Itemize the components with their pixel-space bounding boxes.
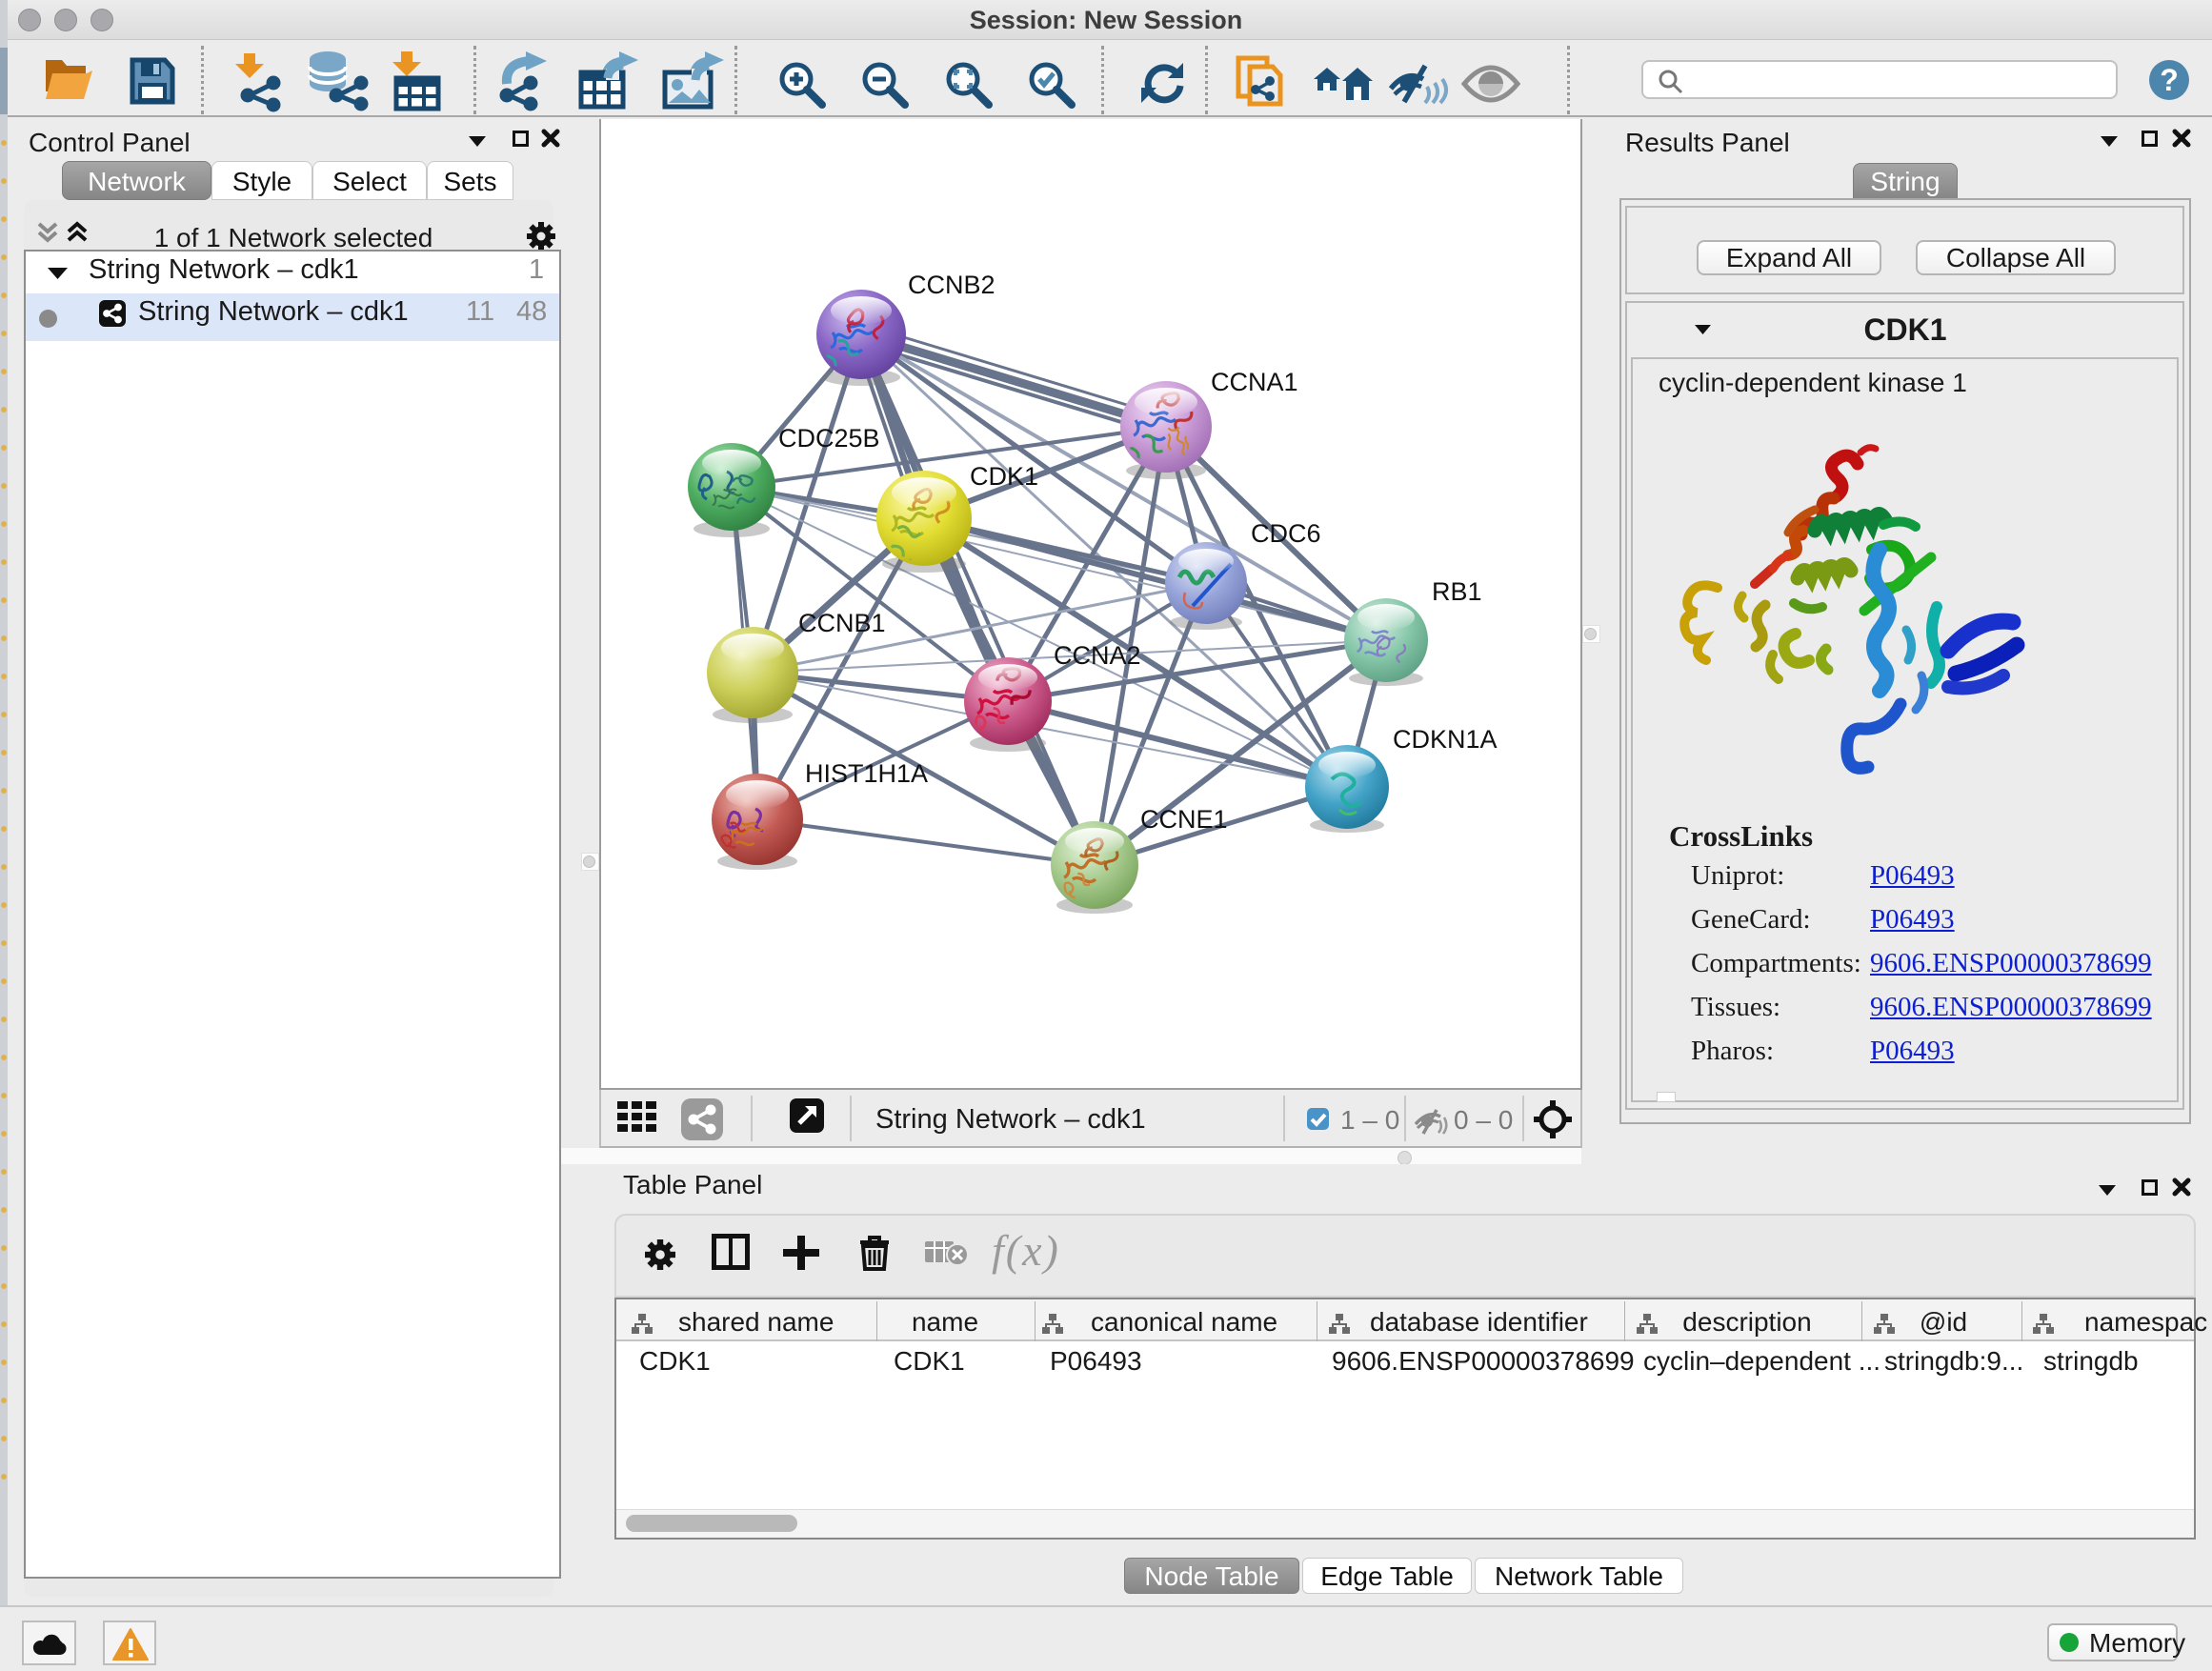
svg-text:?: ? (2160, 63, 2179, 97)
svg-text:CDK1: CDK1 (970, 462, 1038, 491)
svg-text:CCNB1: CCNB1 (798, 609, 886, 637)
svg-text:CCNA1: CCNA1 (1211, 368, 1298, 396)
svg-text:RB1: RB1 (1432, 577, 1482, 606)
svg-text:CDKN1A: CDKN1A (1393, 725, 1498, 754)
svg-text:HIST1H1A: HIST1H1A (805, 759, 928, 788)
svg-text:CCNA2: CCNA2 (1054, 641, 1141, 670)
svg-text:CDC25B: CDC25B (778, 424, 880, 453)
svg-text:CDC6: CDC6 (1251, 519, 1321, 548)
svg-text:CCNE1: CCNE1 (1140, 805, 1228, 834)
svg-text:CCNB2: CCNB2 (908, 271, 995, 299)
